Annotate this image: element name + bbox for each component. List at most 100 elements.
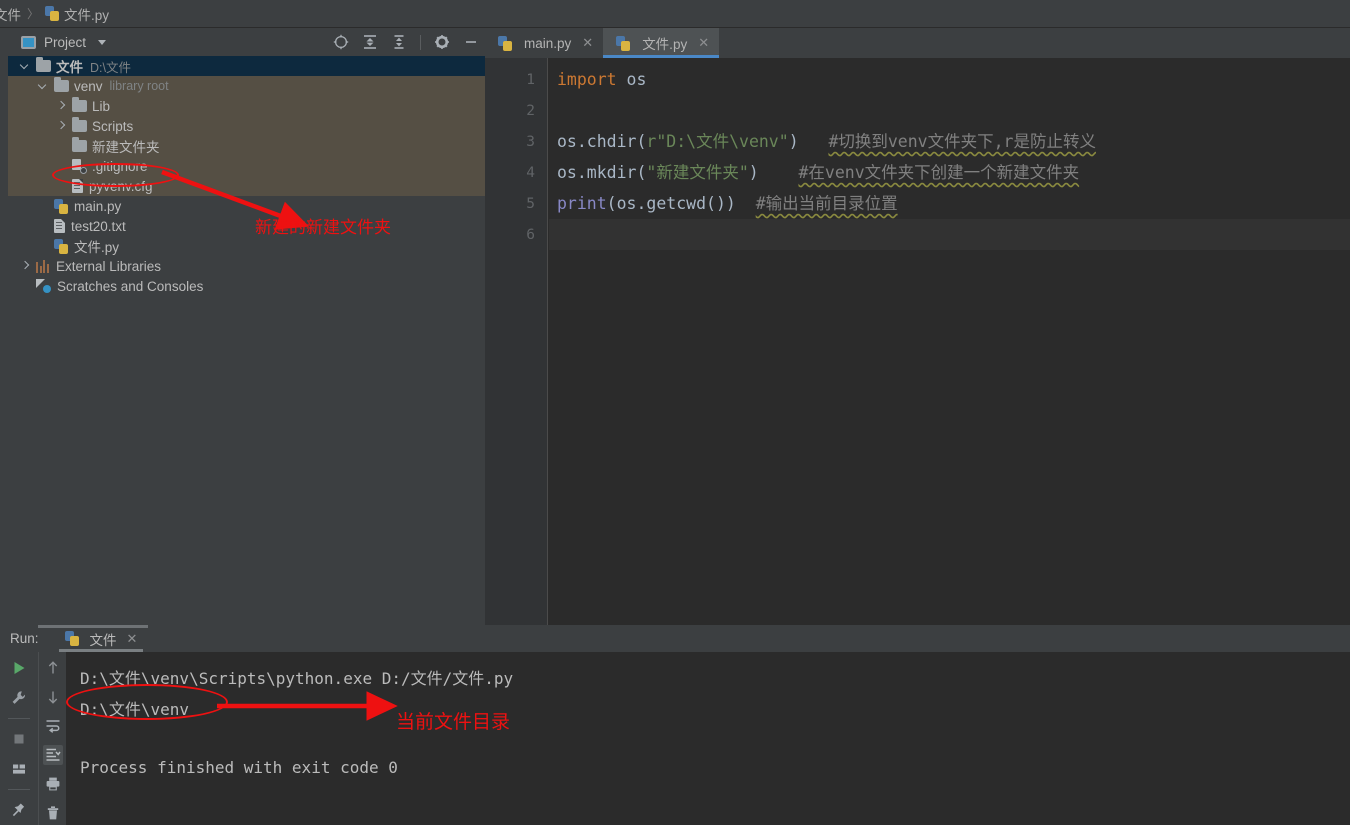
tree-item-label: venv bbox=[74, 78, 103, 94]
code-line[interactable]: os.chdir(r"D:\文件\venv") #切换到venv文件夹下,r是防… bbox=[549, 126, 1350, 157]
code-token-plain: os bbox=[626, 70, 647, 89]
run-tab-label: 文件 bbox=[89, 632, 117, 648]
breadcrumb-item-file[interactable]: 文件.py bbox=[45, 4, 109, 24]
editor-code-area[interactable]: import os os.chdir(r"D:\文件\venv") #切换到ven… bbox=[549, 58, 1350, 625]
project-panel-title: Project bbox=[44, 34, 87, 50]
line-number: 6 bbox=[526, 227, 535, 243]
line-number: 2 bbox=[526, 103, 535, 119]
collapse-all-icon[interactable] bbox=[391, 34, 407, 50]
code-line[interactable] bbox=[549, 219, 1350, 250]
text-file-icon bbox=[54, 219, 65, 233]
chevron-right-icon[interactable] bbox=[56, 101, 67, 112]
python-file-icon bbox=[54, 198, 68, 214]
tree-item-Scripts[interactable]: Scripts bbox=[8, 116, 485, 136]
stop-icon[interactable] bbox=[9, 729, 29, 749]
line-number: 4 bbox=[526, 165, 535, 181]
tree-item-label: pyvenv.cfg bbox=[89, 178, 153, 194]
python-file-icon bbox=[616, 35, 631, 51]
tree-item-.gitignore[interactable]: .gitignore bbox=[8, 156, 485, 176]
tree-item-Scratches and Consoles[interactable]: Scratches and Consoles bbox=[8, 276, 485, 296]
tree-item-main.py[interactable]: main.py bbox=[8, 196, 485, 216]
code-token-plain: os.chdir( bbox=[557, 132, 647, 151]
code-token-str: r"D:\文件\venv" bbox=[646, 132, 789, 151]
expand-all-icon[interactable] bbox=[362, 34, 378, 50]
tree-item-新建文件夹[interactable]: 新建文件夹 bbox=[8, 136, 485, 156]
folder-icon bbox=[72, 117, 87, 132]
rerun-wrench-icon[interactable] bbox=[9, 688, 29, 708]
code-token-cmt: #输出当前目录位置 bbox=[755, 194, 898, 213]
code-line[interactable]: os.mkdir("新建文件夹") #在venv文件夹下创建一个新建文件夹 bbox=[549, 157, 1350, 188]
chevron-right-icon[interactable] bbox=[20, 261, 31, 272]
tree-item-External Libraries[interactable]: External Libraries bbox=[8, 256, 485, 276]
editor-gutter[interactable]: 1 2 3 4 5 6 bbox=[485, 58, 548, 625]
project-toolbar: Project bbox=[8, 28, 485, 56]
print-icon[interactable] bbox=[43, 774, 63, 794]
toolbar-divider bbox=[8, 789, 30, 790]
toolbar-divider bbox=[8, 718, 30, 719]
layout-icon[interactable] bbox=[9, 759, 29, 779]
editor-area: main.py ✕ 文件.py ✕ 1 2 3 4 5 6 import os os.chdir(… bbox=[485, 28, 1350, 625]
tree-item-pyvenv.cfg[interactable]: pyvenv.cfg bbox=[8, 176, 485, 196]
python-run-icon bbox=[64, 631, 79, 646]
down-arrow-icon[interactable] bbox=[43, 687, 63, 707]
run-toolbar-left bbox=[0, 652, 38, 825]
chevron-right-icon[interactable] bbox=[56, 121, 67, 132]
code-token-plain: ) bbox=[748, 163, 799, 182]
chevron-down-icon[interactable] bbox=[98, 39, 107, 45]
breadcrumb-item-project[interactable]: 文件 bbox=[0, 4, 21, 24]
trash-icon[interactable] bbox=[43, 803, 63, 823]
code-line[interactable]: import os bbox=[549, 64, 1350, 95]
console-line: D:\文件\venv bbox=[80, 700, 190, 719]
folder-icon bbox=[54, 77, 69, 92]
close-icon[interactable]: ✕ bbox=[582, 35, 593, 51]
close-icon[interactable]: ✕ bbox=[698, 35, 709, 51]
tree-item-label: Lib bbox=[92, 98, 111, 114]
folder-icon bbox=[72, 97, 87, 112]
tree-item-label: main.py bbox=[74, 198, 122, 214]
project-panel-icon bbox=[21, 35, 36, 49]
tree-item-sublabel: library root bbox=[109, 79, 169, 93]
code-token-cmt: #切换到venv文件夹下,r是防止转义 bbox=[828, 132, 1096, 151]
chevron-down-icon[interactable] bbox=[20, 61, 31, 72]
minimize-icon[interactable] bbox=[463, 34, 479, 50]
tree-item-venv[interactable]: venv library root bbox=[8, 76, 485, 96]
line-number: 1 bbox=[526, 72, 535, 88]
run-icon[interactable] bbox=[9, 658, 29, 678]
editor-tab-label: main.py bbox=[524, 35, 572, 51]
chevron-down-icon[interactable] bbox=[38, 81, 49, 92]
project-tree[interactable]: 文件 D:\文件 venv library root Lib Scripts 新建文件夹 .g… bbox=[8, 56, 485, 625]
gear-icon[interactable] bbox=[434, 34, 450, 50]
tree-item-Lib[interactable]: Lib bbox=[8, 96, 485, 116]
project-toolbar-actions bbox=[333, 28, 479, 56]
left-edge-accent bbox=[0, 28, 4, 56]
code-line[interactable] bbox=[549, 95, 1350, 126]
code-token-plain: os.mkdir( bbox=[557, 163, 647, 182]
select-opened-file-icon[interactable] bbox=[333, 34, 349, 50]
run-panel-label: Run: bbox=[10, 631, 39, 646]
close-icon[interactable]: ✕ bbox=[127, 631, 138, 647]
tree-item-文件[interactable]: 文件 D:\文件 bbox=[8, 56, 485, 76]
tree-item-文件.py[interactable]: 文件.py bbox=[8, 236, 485, 256]
up-arrow-icon[interactable] bbox=[43, 658, 63, 678]
tree-item-label: External Libraries bbox=[56, 258, 162, 274]
run-tab-file[interactable]: 文件 ✕ bbox=[58, 625, 144, 652]
console-scrollbar[interactable] bbox=[38, 625, 148, 628]
toolbar-divider bbox=[420, 34, 421, 50]
console-output[interactable]: D:\文件\venv\Scripts\python.exe D:/文件/文件.p… bbox=[66, 652, 1350, 825]
tree-item-label: Scripts bbox=[92, 118, 134, 134]
line-number: 5 bbox=[526, 196, 535, 212]
breadcrumb-label-1: 文件.py bbox=[64, 7, 110, 23]
pin-icon[interactable] bbox=[9, 800, 29, 820]
editor-tab-label: 文件.py bbox=[642, 37, 688, 52]
tree-item-test20.txt[interactable]: test20.txt bbox=[8, 216, 485, 236]
breadcrumb-separator: 〉 bbox=[27, 7, 40, 21]
editor-tab-main.py[interactable]: main.py ✕ bbox=[485, 28, 604, 58]
scroll-to-end-icon[interactable] bbox=[42, 745, 63, 765]
project-title-group[interactable]: Project bbox=[8, 34, 107, 50]
soft-wrap-icon[interactable] bbox=[43, 716, 63, 736]
code-line[interactable]: print(os.getcwd()) #输出当前目录位置 bbox=[549, 188, 1350, 219]
editor-tab-文件.py[interactable]: 文件.py ✕ bbox=[603, 28, 720, 58]
project-tree-rows: 文件 D:\文件 venv library root Lib Scripts 新建文件夹 .g… bbox=[8, 56, 485, 296]
text-file-icon bbox=[72, 179, 83, 193]
console-annotation-text: 当前文件目录 bbox=[396, 711, 511, 733]
